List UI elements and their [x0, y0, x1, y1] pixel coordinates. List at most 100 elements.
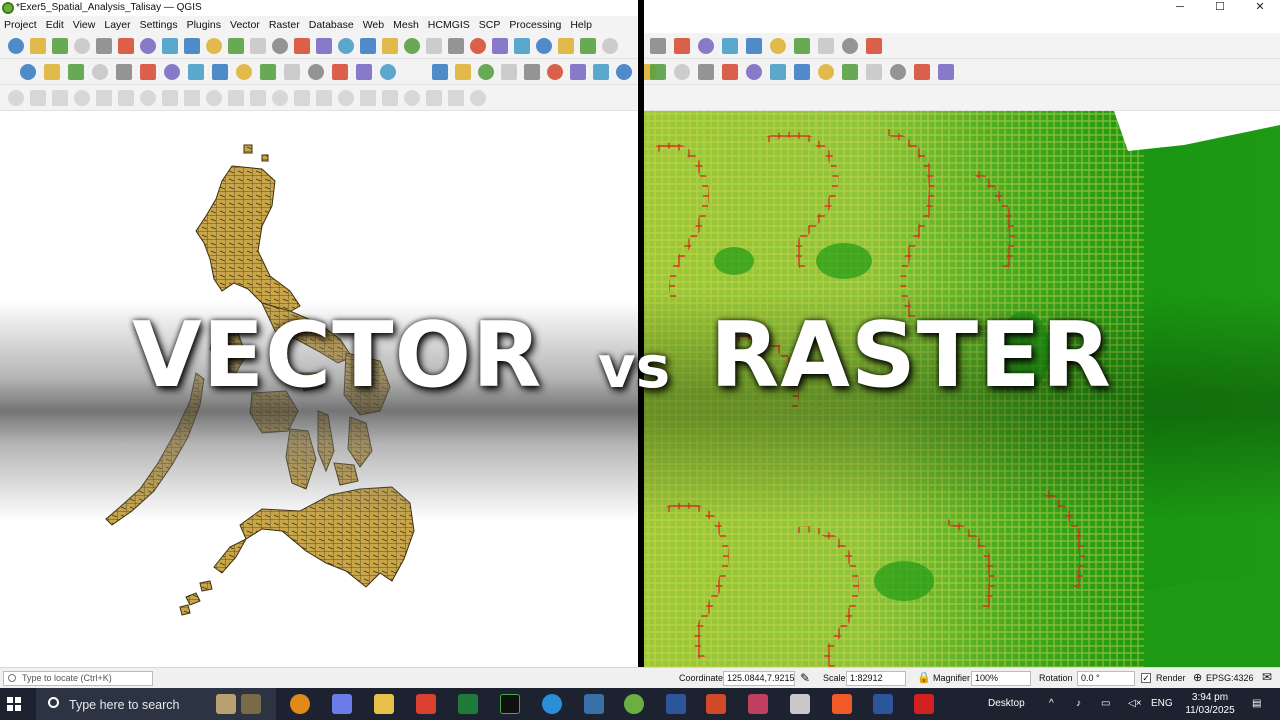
attribute-table-icon[interactable] [284, 64, 300, 80]
identify-icon[interactable] [184, 38, 200, 54]
maximize-button[interactable]: ☐ [1200, 0, 1240, 16]
digitize-icon[interactable] [890, 64, 906, 80]
settings-gear-icon[interactable] [308, 64, 324, 80]
offset-icon[interactable] [426, 90, 442, 106]
settings-gear-icon[interactable] [570, 64, 586, 80]
sum-icon[interactable] [92, 64, 108, 80]
offset-icon[interactable] [272, 90, 288, 106]
battery-icon[interactable]: ▭ [1101, 698, 1110, 709]
sum-icon[interactable] [818, 64, 834, 80]
word-icon[interactable] [666, 694, 686, 714]
split-icon[interactable] [52, 90, 68, 106]
open-folder-icon[interactable] [470, 38, 486, 54]
crs-button[interactable]: EPSG:4326 [1206, 673, 1254, 683]
new-project-icon[interactable] [228, 38, 244, 54]
save-icon[interactable] [52, 38, 68, 54]
microphone-icon[interactable]: ♪ [1076, 698, 1081, 709]
redo-icon[interactable] [722, 64, 738, 80]
volume-icon[interactable]: ◁× [1128, 698, 1142, 709]
rotate-icon[interactable] [96, 90, 112, 106]
settings-gear-icon[interactable] [68, 64, 84, 80]
attribute-table-icon[interactable] [770, 64, 786, 80]
app-icon[interactable] [748, 694, 768, 714]
refresh-icon[interactable] [866, 38, 882, 54]
reshape-icon[interactable] [448, 90, 464, 106]
zoom-in-icon[interactable] [558, 38, 574, 54]
save-icon[interactable] [272, 38, 288, 54]
magnifier-spinbox[interactable]: 100% [971, 671, 1031, 686]
pan-icon[interactable] [536, 38, 552, 54]
identify-icon[interactable] [746, 64, 762, 80]
refresh-icon[interactable] [602, 38, 618, 54]
advanced-digitize-icon[interactable] [162, 90, 178, 106]
menu-plugins[interactable]: Plugins [183, 16, 226, 33]
menu-edit[interactable]: Edit [42, 16, 69, 33]
toggle-extents-icon[interactable]: ✎ [800, 671, 810, 685]
annotation-icon[interactable] [380, 64, 396, 80]
identify-icon[interactable] [524, 64, 540, 80]
open-folder-icon[interactable] [30, 38, 46, 54]
identify-icon[interactable] [260, 64, 276, 80]
select-icon[interactable] [674, 38, 690, 54]
attribute-table-icon[interactable] [547, 64, 563, 80]
digitize-icon[interactable] [650, 64, 666, 80]
identify-icon[interactable] [650, 38, 666, 54]
measure-icon[interactable] [616, 64, 632, 80]
widgets-icon[interactable] [216, 694, 236, 714]
desktop-toolbar-label[interactable]: Desktop [988, 698, 1025, 709]
close-button[interactable]: ✕ [1240, 0, 1280, 16]
save-icon[interactable] [746, 38, 762, 54]
redo-icon[interactable] [501, 64, 517, 80]
print-icon[interactable] [770, 38, 786, 54]
locator-search-input[interactable]: Type to locate (Ctrl+K) [3, 671, 153, 686]
menu-raster[interactable]: Raster [265, 16, 305, 33]
menu-database[interactable]: Database [305, 16, 359, 33]
search-app-icon[interactable] [584, 694, 604, 714]
merge-icon[interactable] [382, 90, 398, 106]
undo-icon[interactable] [938, 64, 954, 80]
menu-web[interactable]: Web [359, 16, 389, 33]
widgets-icon-2[interactable] [241, 694, 261, 714]
zoom-in-icon[interactable] [338, 38, 354, 54]
print-icon[interactable] [514, 38, 530, 54]
zoom-out-icon[interactable] [360, 38, 376, 54]
rotation-spinbox[interactable]: 0.0 ° [1077, 671, 1135, 686]
notifications-icon[interactable]: ▤ [1252, 698, 1261, 709]
taskbar-search-input[interactable]: Type here to search [36, 688, 276, 720]
pencil-icon[interactable] [914, 64, 930, 80]
menu-layer[interactable]: Layer [100, 16, 135, 33]
menu-settings[interactable]: Settings [136, 16, 183, 33]
advanced-digitize-icon[interactable] [470, 90, 486, 106]
vertex-tool-icon[interactable] [184, 90, 200, 106]
sum-icon[interactable] [593, 64, 609, 80]
windows-start-icon[interactable] [7, 697, 21, 711]
menu-vector[interactable]: Vector [226, 16, 265, 33]
identify-icon[interactable] [404, 38, 420, 54]
anydesk-icon[interactable] [416, 694, 436, 714]
identify-icon[interactable] [20, 64, 36, 80]
file-explorer-icon[interactable] [374, 694, 394, 714]
select-icon[interactable] [206, 38, 222, 54]
menu-processing[interactable]: Processing [505, 16, 566, 33]
digitize-icon[interactable] [164, 64, 180, 80]
menu-mesh[interactable]: Mesh [389, 16, 424, 33]
rotate-icon[interactable] [404, 90, 420, 106]
powerpoint-icon[interactable] [706, 694, 726, 714]
merge-icon[interactable] [74, 90, 90, 106]
menu-view[interactable]: View [69, 16, 101, 33]
new-project-icon[interactable] [8, 38, 24, 54]
tray-overflow-icon[interactable]: ^ [1049, 698, 1054, 709]
pan-icon[interactable] [96, 38, 112, 54]
undo-icon[interactable] [698, 64, 714, 80]
chrome-canary-icon[interactable] [290, 694, 310, 714]
pencil-icon[interactable] [188, 64, 204, 80]
reshape-icon[interactable] [294, 90, 310, 106]
lock-scale-icon[interactable]: 🔒 [917, 671, 931, 684]
undo-icon[interactable] [478, 64, 494, 80]
app-icon-2[interactable] [790, 694, 810, 714]
open-folder-icon[interactable] [250, 38, 266, 54]
qgis-taskbar-icon[interactable] [624, 694, 644, 714]
pencil-icon[interactable] [674, 64, 690, 80]
new-project-icon[interactable] [448, 38, 464, 54]
redo-icon[interactable] [236, 64, 252, 80]
